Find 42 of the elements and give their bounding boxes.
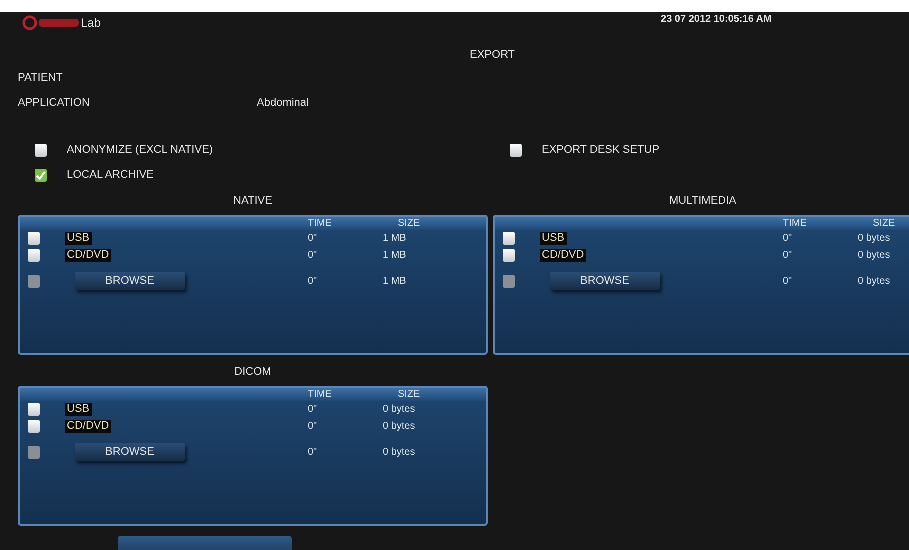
time-value: 0" — [783, 249, 794, 263]
size-value: 0 bytes — [858, 249, 890, 263]
brand-text: Lab — [81, 15, 102, 32]
device-label: USB — [540, 232, 567, 245]
time-value: 0" — [308, 232, 318, 246]
time-value: 0" — [308, 274, 318, 288]
column-header: SIZE — [398, 217, 420, 230]
time-value: 0" — [308, 403, 318, 417]
device-label: USB — [65, 403, 92, 416]
time-value: 0" — [783, 232, 794, 246]
device-label: USB — [65, 232, 92, 245]
column-header: SIZE — [398, 388, 420, 401]
column-header: TIME — [308, 217, 333, 230]
size-value: 0 bytes — [858, 274, 890, 288]
section-title: NATIVE — [232, 194, 274, 208]
size-value: 0 bytes — [383, 403, 416, 417]
date-time: 23 07 2012 10:05:16 AM — [661, 13, 772, 27]
option-label: ANONYMIZE (EXCL NATIVE) — [67, 143, 214, 158]
size-value: 0 bytes — [383, 420, 416, 434]
column-header: TIME — [783, 217, 808, 230]
section-title: MULTIMEDIA — [668, 194, 738, 208]
column-header: TIME — [308, 388, 333, 401]
time-value: 0" — [783, 274, 794, 288]
size-value: 0 bytes — [383, 446, 416, 460]
size-value: 0 bytes — [858, 232, 890, 246]
field-label: PATIENT — [18, 71, 64, 86]
field-label: APPLICATION — [18, 96, 91, 111]
size-value: 1 MB — [383, 232, 406, 246]
section-title: DICOM — [234, 365, 272, 379]
field-value: Abdominal — [257, 96, 309, 111]
time-value: 0" — [308, 249, 318, 263]
option-label: LOCAL ARCHIVE — [67, 168, 154, 184]
page-title: EXPORT — [470, 48, 516, 63]
time-value: 0" — [308, 446, 318, 460]
option-label: EXPORT DESK SETUP — [542, 143, 660, 158]
size-value: 1 MB — [383, 274, 406, 288]
device-label: CD/DVD — [65, 249, 112, 262]
device-label: CD/DVD — [540, 249, 586, 262]
time-value: 0" — [308, 420, 318, 434]
device-label: CD/DVD — [65, 420, 112, 433]
column-header: SIZE — [873, 217, 896, 230]
size-value: 1 MB — [383, 249, 406, 263]
